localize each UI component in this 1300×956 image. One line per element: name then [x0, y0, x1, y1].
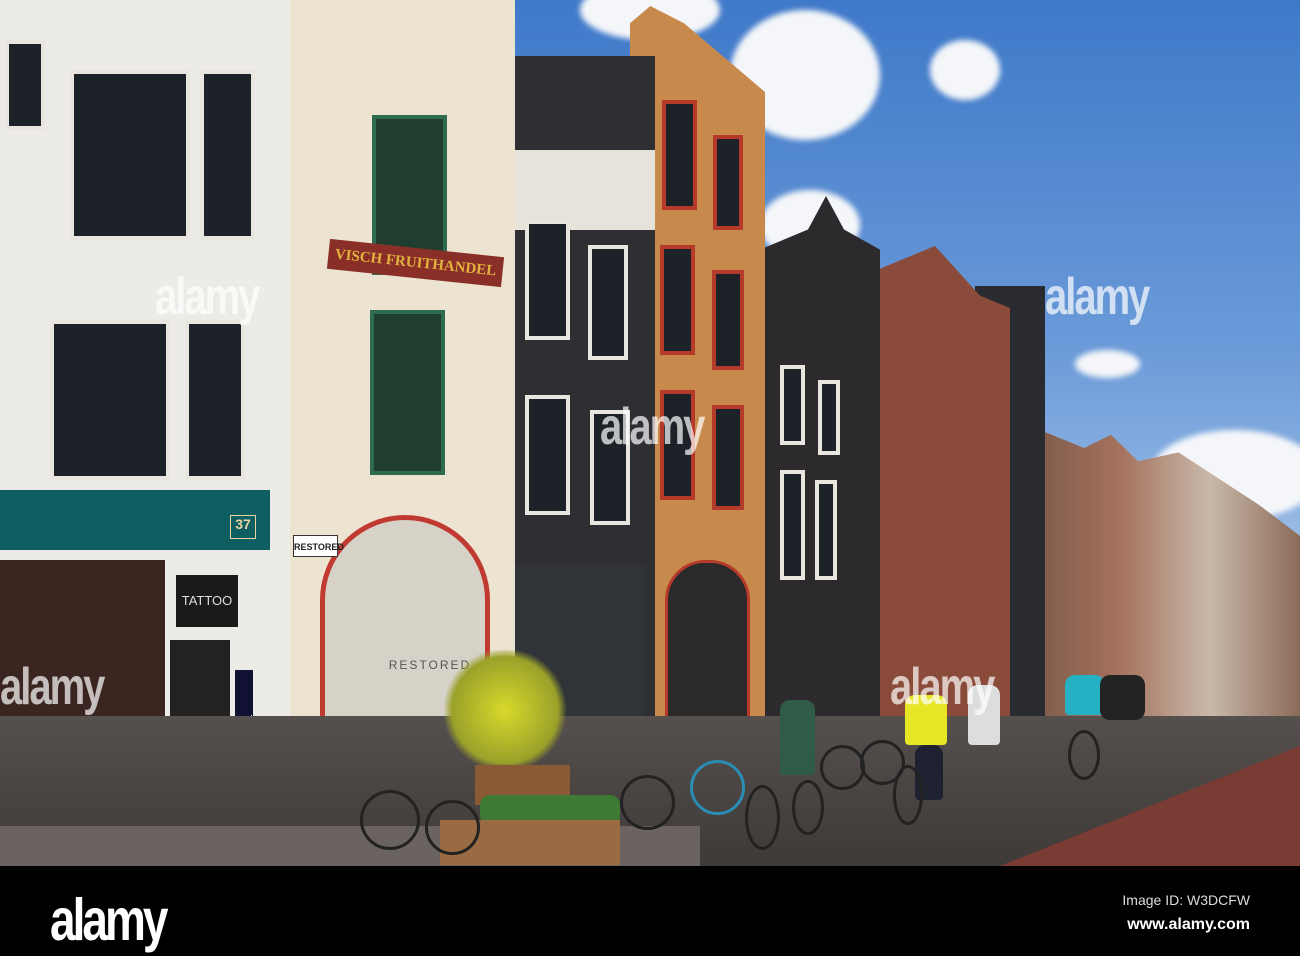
house-number: 37 [230, 515, 256, 539]
window [815, 480, 837, 580]
bicycle [620, 775, 675, 830]
window [525, 220, 570, 340]
bicycle [425, 800, 480, 855]
cyclist-teal-jacket [1065, 675, 1105, 715]
window [588, 245, 628, 360]
footer-bar: alamy Image ID: W3DCFW www.alamy.com [0, 866, 1300, 956]
car [1100, 675, 1145, 720]
window [5, 40, 45, 130]
cloud [930, 40, 1000, 100]
bicycle [792, 780, 824, 835]
window [712, 405, 744, 510]
tattoo-sign: TATTOO [176, 575, 238, 627]
window [662, 100, 697, 210]
cloud [1075, 350, 1140, 378]
bicycle [1068, 730, 1100, 780]
watermark: alamy [0, 658, 105, 716]
cornice [515, 150, 655, 230]
window [780, 470, 805, 580]
watermark: alamy [600, 398, 705, 456]
window [50, 320, 170, 480]
watermark: alamy [890, 658, 995, 716]
bicycle [745, 785, 780, 850]
window [525, 395, 570, 515]
bicycle [360, 790, 420, 850]
watermark: alamy [155, 268, 260, 326]
yellow-shrub [440, 650, 570, 770]
image-id: Image ID: W3DCFW [1122, 892, 1250, 908]
street-photo: 37 TATTOO TATTOO RESTORED RESTORED VISCH… [0, 0, 1300, 866]
window [370, 310, 445, 475]
window [200, 70, 255, 240]
window [818, 380, 840, 455]
bicycle [690, 760, 745, 815]
watermark: alamy [1045, 268, 1150, 326]
window [712, 270, 744, 370]
shop-front-arch [665, 560, 750, 730]
restored-sign: RESTORED [293, 535, 344, 557]
bicycle [820, 745, 865, 790]
window [660, 245, 695, 355]
window [185, 320, 245, 480]
window [70, 70, 190, 240]
window [713, 135, 743, 230]
window [780, 365, 805, 445]
bicycle [893, 765, 923, 825]
site-url[interactable]: www.alamy.com [1127, 916, 1250, 934]
alamy-logo: alamy [50, 885, 168, 953]
cyclist [780, 700, 815, 775]
